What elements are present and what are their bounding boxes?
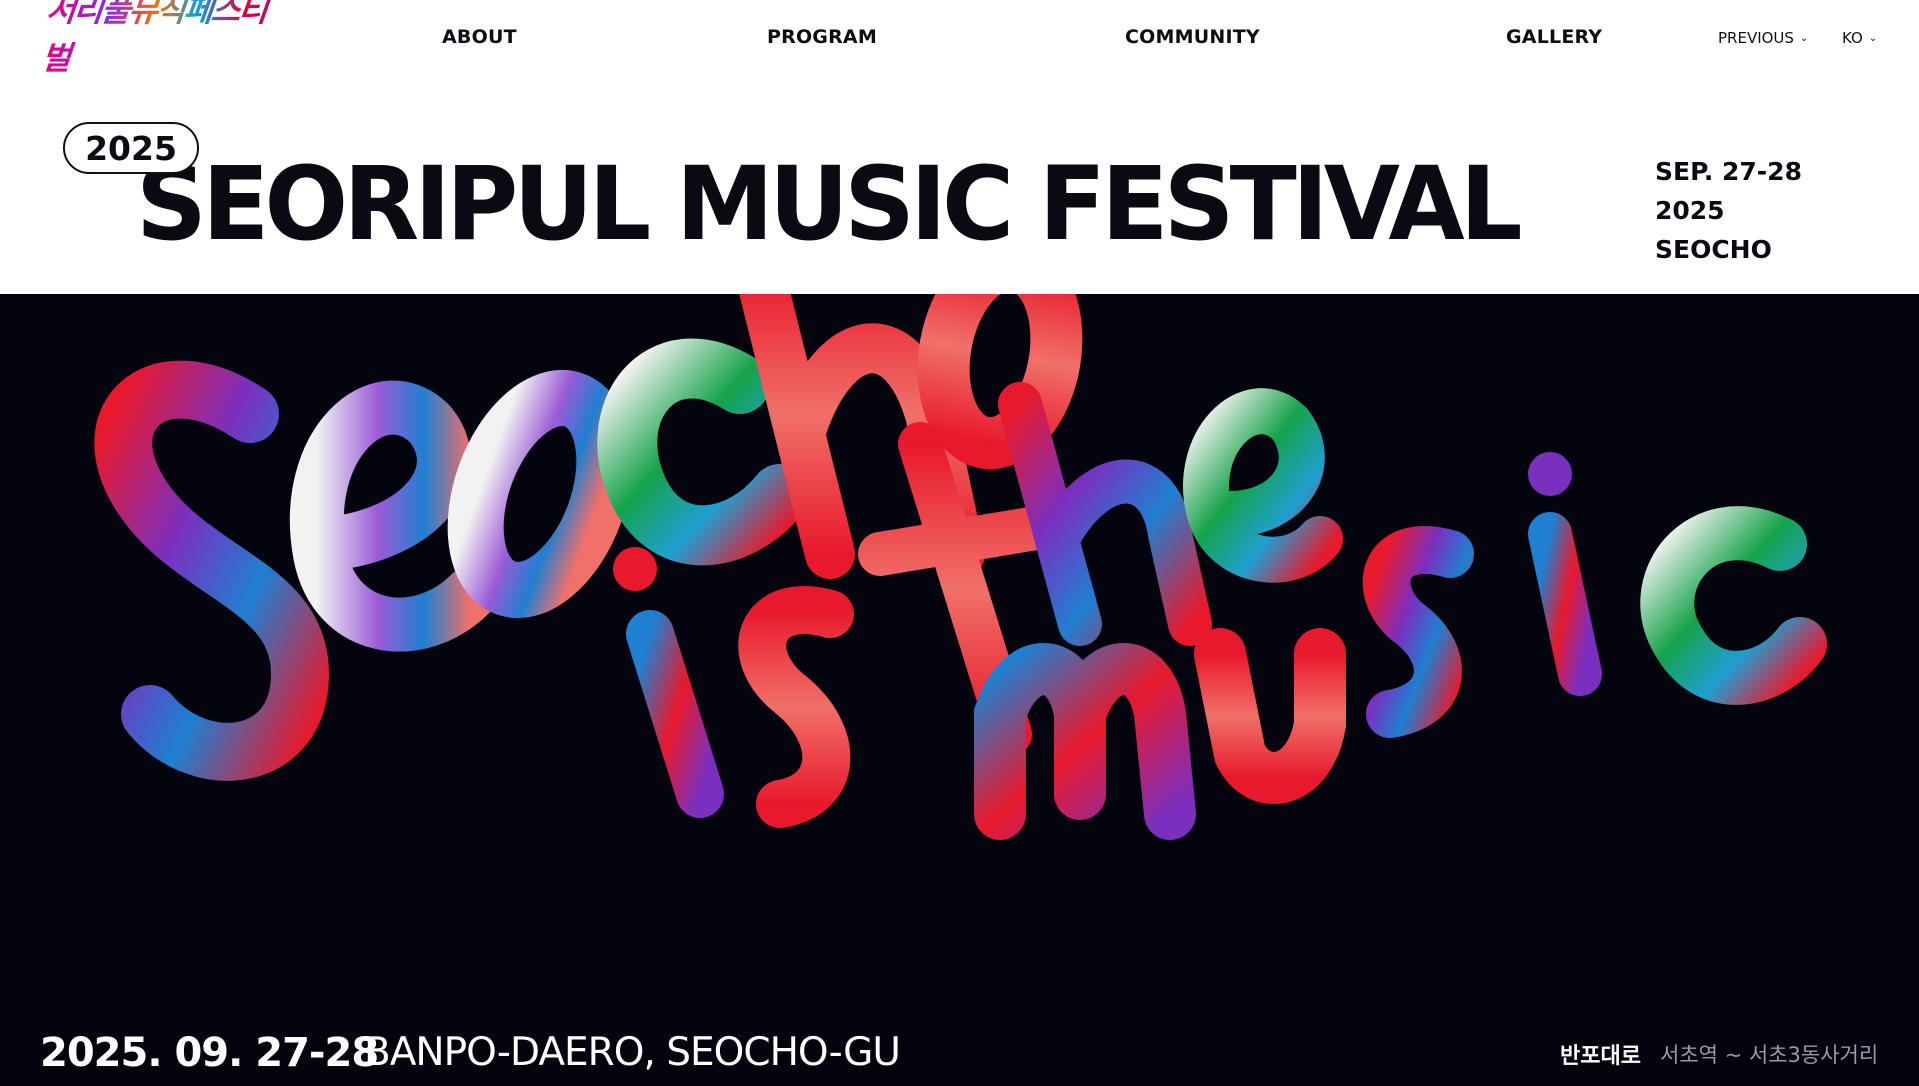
festival-logo[interactable]: 서리풀뮤직페스티벌 — [39, 0, 290, 77]
brush-stroke — [1528, 452, 1572, 496]
page-title: SEORIPUL MUSIC FESTIVAL — [136, 145, 1523, 264]
brush-stroke — [1528, 512, 1602, 696]
brush-stroke — [1194, 628, 1346, 804]
festival-date-line: 2025. 09. 27-28 — [40, 1030, 379, 1076]
brush-stroke — [974, 643, 1196, 840]
road-name: 반포대로 — [1560, 1044, 1641, 1069]
festival-venue: BANPO-DAERO, SEOCHO-GU — [364, 1030, 901, 1075]
language-label: KO — [1842, 29, 1863, 47]
nav-item-gallery[interactable]: GALLERY — [1506, 26, 1602, 48]
brush-stroke — [94, 360, 330, 781]
brush-stroke — [597, 338, 810, 566]
previous-festivals-dropdown[interactable]: PREVIOUS ⌄ — [1718, 29, 1808, 47]
brush-stroke — [1362, 526, 1474, 738]
chevron-down-icon: ⌄ — [1799, 33, 1809, 44]
brush-stroke — [613, 547, 657, 591]
nav-item-program[interactable]: PROGRAM — [767, 26, 877, 48]
festival-location: SEOCHO — [1655, 235, 1772, 264]
nav-item-community[interactable]: COMMUNITY — [1125, 26, 1260, 48]
route-range: 서초역 ~ 서초3동사거리 — [1660, 1043, 1879, 1067]
brush-stroke — [1640, 506, 1827, 705]
brush-stroke — [998, 382, 1212, 646]
previous-label: PREVIOUS — [1718, 29, 1794, 47]
festival-dates: SEP. 27-28 — [1655, 157, 1802, 186]
nav-item-about[interactable]: ABOUT — [442, 26, 517, 48]
brush-stroke — [738, 586, 854, 828]
top-navigation: 서리풀뮤직페스티벌 ABOUT PROGRAM COMMUNITY GALLER… — [0, 0, 1919, 78]
festival-meta: SEP. 27-28 2025 SEOCHO — [1655, 152, 1802, 269]
brush-stroke — [1183, 388, 1343, 583]
year-badge: 2025 — [63, 122, 199, 174]
language-dropdown[interactable]: KO ⌄ — [1842, 29, 1877, 47]
festival-year: 2025 — [1655, 196, 1725, 225]
brush-stroke — [289, 380, 497, 652]
brush-stroke — [626, 610, 724, 818]
logo-text: 서리풀뮤직페스티벌 — [39, 0, 295, 82]
hero-banner — [0, 294, 1919, 1086]
hero-artwork — [94, 294, 1827, 840]
chevron-down-icon: ⌄ — [1868, 33, 1878, 44]
